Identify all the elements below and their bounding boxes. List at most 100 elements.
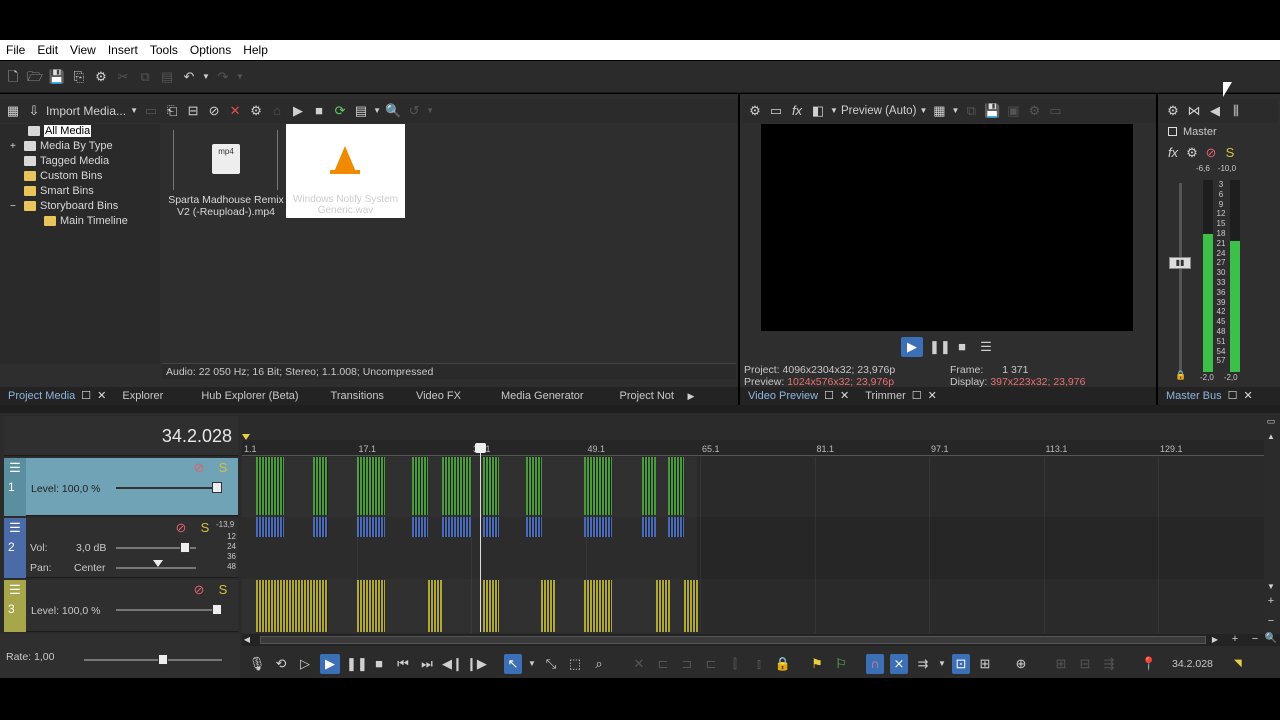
media-item-mp4[interactable]: mp4 Sparta Madhouse Remix V2 (-Reupload-… [168,128,284,224]
tree-item-custom-bins[interactable]: Custom Bins [0,169,160,184]
tab-maximize-icon[interactable]: ☐ [824,390,834,402]
video-event[interactable] [442,457,472,515]
play-from-start-icon[interactable]: ▷ [296,656,314,672]
undo-dropdown-icon[interactable]: ▼ [202,69,210,85]
close-icon[interactable]: ✕ [97,390,106,402]
video-event[interactable] [428,580,442,632]
menu-edit[interactable]: Edit [31,43,64,57]
mixer-icon[interactable]: ⫼ [1227,103,1245,119]
stop-icon[interactable]: ■ [370,656,388,672]
media-fx-icon[interactable]: ⌂ [268,103,286,119]
preview-pause-icon[interactable]: ❚❚ [929,339,951,355]
trim-end-icon[interactable]: ⊏ [702,656,720,672]
tree-item-media-by-type[interactable]: + Media By Type [0,139,160,154]
video-event[interactable] [541,580,555,632]
ripple-dropdown-icon[interactable]: ▼ [938,656,946,672]
media-item-wav[interactable]: Windows Notify System Generic.wav [286,124,405,218]
track-mute-icon[interactable]: ⊘ [190,460,208,476]
close-icon[interactable]: ✕ [840,390,849,402]
audio-event[interactable] [483,517,499,537]
go-to-start-icon[interactable]: ⏮ [394,656,412,672]
audio-event[interactable] [442,517,472,537]
video-event[interactable] [483,457,499,515]
track-level-slider[interactable] [116,487,220,489]
auto-ripple-icon[interactable]: ⇉ [914,656,932,672]
auto-preview-icon[interactable]: ⟳ [331,103,349,119]
close-icon[interactable]: ✕ [1244,390,1253,402]
tab-media-generator[interactable]: Media Generator [469,387,592,405]
import-media-icon[interactable]: ⇩ [25,103,43,119]
tab-project-media[interactable]: Project Media ☐ ✕ [0,387,114,405]
master-mute-icon[interactable]: ⊘ [1202,145,1220,161]
video-event[interactable] [684,580,698,632]
tree-item-all-media[interactable]: All Media [0,124,160,139]
loop-playback-icon[interactable]: ⟲ [272,656,290,672]
master-solo-icon[interactable]: S [1221,145,1239,161]
track-level-handle[interactable] [212,604,222,615]
media-properties-icon[interactable]: ⚙ [247,103,265,119]
vol-handle[interactable] [180,542,190,553]
close-icon[interactable]: ✕ [928,390,937,402]
tree-expander[interactable]: + [10,139,24,154]
tab-master-bus[interactable]: Master Bus ☐ ✕ [1158,387,1261,405]
tab-transitions[interactable]: Transitions [307,387,392,405]
preview-quality-select[interactable]: Preview (Auto) [841,105,916,117]
play-icon[interactable]: ▶ [320,654,340,674]
playhead-line[interactable] [480,446,481,632]
master-fx-icon[interactable]: fx [1164,145,1182,161]
copy-snapshot-icon[interactable]: ⧉ [962,103,980,119]
delete-edit-icon[interactable]: ✕ [630,656,648,672]
playhead-handle[interactable] [475,443,486,453]
video-fx-icon[interactable]: fx [788,103,806,119]
zoom-in-vertical-icon[interactable]: + [1262,593,1280,609]
tab-trimmer[interactable]: Trimmer ☐ ✕ [857,387,945,405]
delete-icon[interactable]: ✕ [226,103,244,119]
split2-icon[interactable]: ⫾ [750,656,768,672]
scroll-left-icon[interactable]: ◀ [242,632,252,648]
paste-icon[interactable]: ▤ [158,69,176,85]
external-monitor-icon[interactable]: ▭ [767,103,785,119]
scroll-right-icon[interactable]: ▶ [1210,632,1220,648]
views-icon[interactable]: ▦ [4,103,22,119]
overlays-dropdown-icon[interactable]: ▼ [951,103,959,119]
audio-event[interactable] [412,517,428,537]
track-header-2[interactable]: ☰ 2 ⊘ S -13,9 Vol: 3,0 dB Pan: Center 12… [4,518,238,578]
audio-event[interactable] [584,517,612,537]
insert-marker-icon[interactable]: ⚑ [808,656,826,672]
preview-play-icon[interactable]: ▶ [901,337,923,357]
audio-event[interactable] [357,517,385,537]
video-event[interactable] [668,457,684,515]
tree-expander[interactable]: − [10,199,24,214]
video-event[interactable] [313,457,328,515]
audio-event[interactable] [642,517,656,537]
audio-event[interactable] [526,517,542,537]
capture-icon[interactable]: ▭ [142,103,160,119]
track-solo-icon[interactable]: S [214,582,232,598]
menu-view[interactable]: View [64,43,102,57]
get-media-icon[interactable]: ⎗ [163,103,181,119]
undo-icon[interactable]: ↶ [180,69,198,85]
lock-event-icon[interactable]: 🔒 [774,656,792,672]
video-event[interactable] [483,580,499,632]
horizontal-scrollbar[interactable]: ◀ ▶ + − 🔍 [242,631,1280,648]
lock-envelopes-icon[interactable]: ⊡ [952,654,970,674]
snapping-icon[interactable]: ∩ [866,654,884,674]
overlays-icon[interactable]: ▦ [930,103,948,119]
save-icon[interactable]: 💾 [48,69,66,85]
tab-maximize-icon[interactable]: ☐ [1228,390,1238,402]
tab-project-notes[interactable]: Project Not [592,387,682,405]
tab-video-preview[interactable]: Video Preview ☐ ✕ [740,387,857,405]
unlink-icon[interactable]: ⊘ [205,103,223,119]
record-icon[interactable]: 🎙 [248,656,266,672]
video-event[interactable] [357,457,385,515]
envelope-tool-icon[interactable]: ⤡ [542,656,560,672]
marker-pin-icon[interactable]: 📍 [1140,656,1158,672]
save-snapshot-icon[interactable]: 💾 [983,103,1001,119]
track-header-1[interactable]: ☰ 1 ⊘ S Level: 100,0 % [4,458,238,516]
master-properties-icon[interactable]: ⚙ [1164,103,1182,119]
zoom-tool-icon[interactable]: 🔍 [1262,631,1280,647]
horizontal-scroll-thumb[interactable] [260,636,1206,644]
menu-tools[interactable]: Tools [144,43,184,57]
video-event[interactable] [357,580,385,632]
menu-file[interactable]: File [0,43,31,57]
